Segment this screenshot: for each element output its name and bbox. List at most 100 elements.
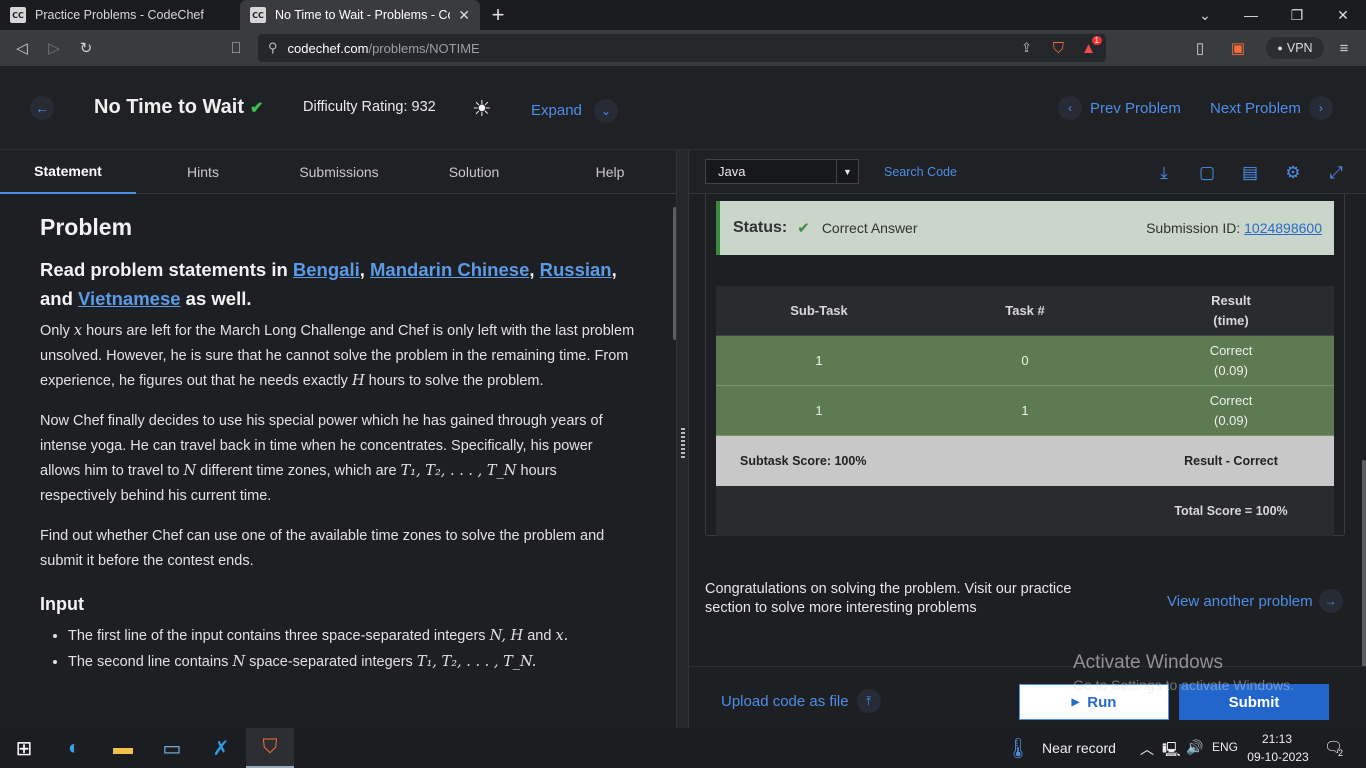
cell-subtask: 1: [815, 352, 823, 368]
url-host: codechef.com: [287, 40, 369, 56]
clock-time[interactable]: 21:13: [1250, 732, 1304, 746]
cell-task: 1: [1021, 402, 1029, 418]
share-icon[interactable]: ⇪: [1021, 40, 1032, 56]
text: hours to solve the problem.: [368, 373, 544, 389]
editor-toolbar: Java ▼ Search Code ⤓ ▢ ▤ ⚙ ⤢: [689, 150, 1366, 194]
next-problem-label: Next Problem: [1210, 99, 1301, 117]
save-icon[interactable]: ▤: [1239, 162, 1261, 184]
wallet-icon[interactable]: ▣: [1222, 30, 1254, 66]
problem-heading: Problem: [40, 214, 133, 240]
math-x: x.: [555, 628, 569, 644]
tab-submissions[interactable]: Submissions: [270, 150, 408, 194]
status-banner: Status: ✔ Correct Answer Submission ID: …: [716, 201, 1334, 255]
text: and: [527, 628, 552, 644]
play-icon: ▶: [1071, 696, 1080, 708]
translations-suffix: as well.: [185, 288, 252, 309]
weather-text[interactable]: Near record: [1042, 740, 1116, 756]
link-bengali[interactable]: Bengali: [293, 259, 360, 280]
codechef-favicon-icon: CC: [250, 7, 266, 23]
tab-statement[interactable]: Statement: [0, 150, 136, 194]
language-value: Java: [718, 164, 746, 179]
vscode-icon[interactable]: ✗: [197, 728, 245, 768]
network-icon[interactable]: 🖳: [1162, 739, 1181, 763]
tab-help[interactable]: Help: [540, 150, 680, 194]
brave-browser-icon[interactable]: ⛉: [246, 728, 294, 768]
settings-gear-icon[interactable]: ⚙: [1282, 162, 1304, 184]
expand-button[interactable]: Expand ⌄: [531, 99, 619, 123]
chat-icon[interactable]: ▢: [1196, 162, 1218, 184]
tab-hints[interactable]: Hints: [136, 150, 270, 194]
fullscreen-icon[interactable]: ⤢: [1325, 162, 1347, 184]
submission-id-link[interactable]: 1024898600: [1244, 220, 1322, 236]
statement-tabs: Statement Hints Submissions Solution Hel…: [0, 150, 676, 194]
problem-header: ← No Time to Wait ✔ Difficulty Rating: 93…: [0, 66, 1366, 150]
volume-icon[interactable]: 🔊: [1186, 739, 1203, 756]
site-settings-icon[interactable]: ⚲: [268, 40, 278, 56]
link-russian[interactable]: Russian: [540, 259, 612, 280]
subtask-score: Subtask Score: 100%: [740, 454, 867, 468]
edge-icon[interactable]: ◐: [50, 728, 98, 768]
correct-check-icon: ✔: [797, 220, 810, 237]
chevron-left-icon: ‹: [1058, 96, 1082, 120]
theme-toggle-sun-icon[interactable]: ☀: [472, 96, 492, 122]
submission-id: Submission ID: 1024898600: [1146, 220, 1322, 236]
browser-tab-notime[interactable]: CC No Time to Wait - Problems - Co ✕: [240, 0, 480, 30]
forward-icon[interactable]: ▷: [38, 30, 70, 66]
result-scrollbar[interactable]: [1362, 460, 1366, 670]
browser-tab-practice[interactable]: CC Practice Problems - CodeChef: [0, 0, 240, 30]
vpn-label: VPN: [1286, 41, 1313, 55]
result-text: Correct: [1209, 342, 1253, 358]
caret-down-icon: ▼: [836, 160, 858, 183]
upload-code-button[interactable]: Upload code as file ⤒: [721, 689, 881, 713]
restore-icon[interactable]: ❐: [1274, 0, 1320, 30]
chevron-right-icon: ›: [1308, 96, 1333, 120]
menu-icon[interactable]: ≡: [1328, 30, 1360, 66]
computer-icon[interactable]: ▭: [148, 728, 196, 768]
close-tab-icon[interactable]: ✕: [458, 7, 470, 24]
windows-start-icon[interactable]: ⊞: [0, 728, 48, 768]
language-select[interactable]: Java ▼: [705, 159, 859, 184]
vpn-button[interactable]: ● VPN: [1266, 37, 1324, 59]
statement-paragraph-3: Find out whether Chef can use one of the…: [40, 528, 605, 569]
bookmark-icon[interactable]: ⎕: [220, 30, 252, 66]
back-icon[interactable]: ◁: [6, 30, 38, 66]
input-language[interactable]: ENG: [1212, 740, 1238, 754]
prev-problem-button[interactable]: ‹ Prev Problem: [1058, 96, 1181, 120]
activate-windows-title: Activate Windows: [1073, 652, 1223, 673]
upload-arrow-icon: ⤒: [856, 689, 881, 713]
cell-task: 0: [1021, 352, 1029, 368]
link-mandarin[interactable]: Mandarin Chinese: [370, 259, 529, 280]
download-icon[interactable]: ⤓: [1153, 162, 1175, 184]
drag-handle-icon[interactable]: [681, 428, 685, 458]
sidebar-toggle-icon[interactable]: ▯: [1184, 30, 1216, 66]
tab-list-chevron-icon[interactable]: ⌄: [1182, 0, 1228, 30]
minimize-icon[interactable]: —: [1228, 0, 1274, 30]
new-tab-icon[interactable]: +: [480, 0, 516, 30]
math-nh: N, H: [489, 628, 524, 644]
tab-solution[interactable]: Solution: [408, 150, 540, 194]
window-close-icon[interactable]: ✕: [1320, 0, 1366, 30]
brave-shield-icon[interactable]: ⛉: [1053, 40, 1064, 57]
show-hidden-icons-chevron-icon[interactable]: ︿: [1140, 739, 1154, 759]
col-result: Result (time): [1211, 292, 1251, 328]
file-explorer-icon[interactable]: ▬: [99, 728, 147, 768]
math-x: x: [73, 323, 83, 339]
back-arrow-icon[interactable]: ←: [30, 96, 54, 120]
clock-date[interactable]: 09-10-2023: [1246, 750, 1310, 764]
link-vietnamese[interactable]: Vietnamese: [78, 288, 181, 309]
status-value: Correct Answer: [821, 220, 918, 236]
search-code-link[interactable]: Search Code: [884, 165, 957, 179]
text: Only: [40, 323, 70, 339]
url-bar[interactable]: ⚲ codechef.com/problems/NOTIME ⇪ ⛉ ▲ 1: [258, 34, 1106, 62]
cell-result: Correct (0.09): [1128, 341, 1334, 381]
expand-label: Expand: [531, 101, 582, 119]
text: The second line contains: [68, 654, 229, 670]
view-another-problem-link[interactable]: View another problem →: [1167, 589, 1343, 613]
reload-icon[interactable]: ↻: [70, 30, 102, 66]
tab-title: Practice Problems - CodeChef: [35, 8, 204, 22]
math-t-list: T₁, T₂, . . . , T_N: [400, 463, 517, 479]
result-summary: Result - Correct: [1184, 454, 1278, 468]
next-problem-button[interactable]: Next Problem ›: [1210, 96, 1333, 120]
math-h: H: [351, 373, 365, 389]
text: The first line of the input contains thr…: [68, 628, 486, 644]
